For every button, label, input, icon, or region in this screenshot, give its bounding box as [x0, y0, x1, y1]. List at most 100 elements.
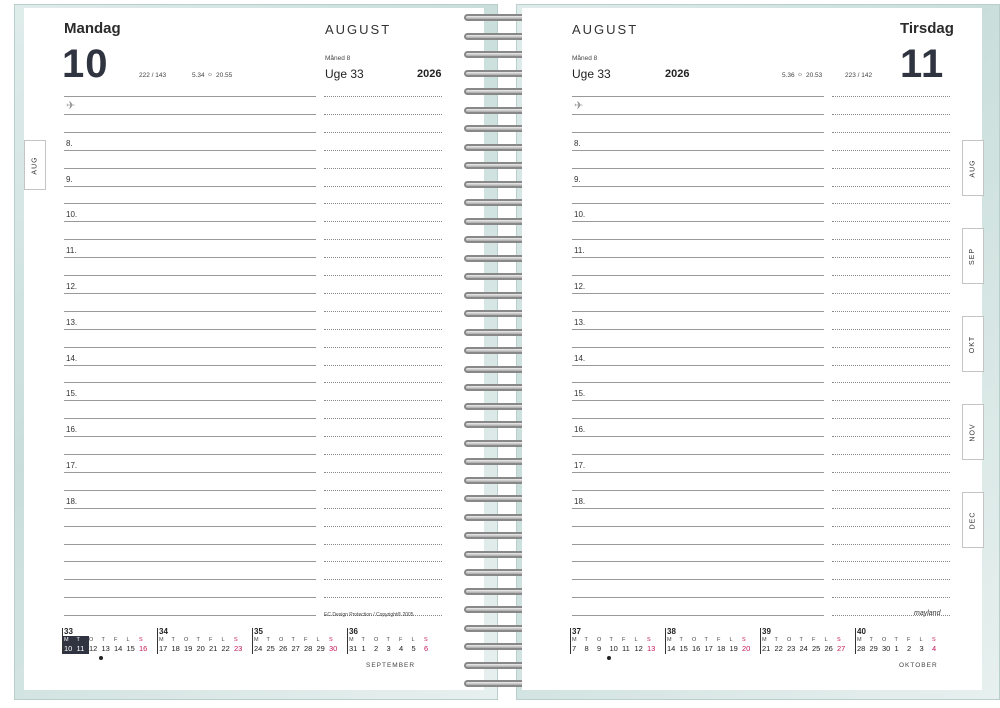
calendar-day: 12: [89, 644, 98, 653]
calendar-day: 19: [729, 644, 738, 653]
dotted-line: [832, 364, 950, 366]
left-page[interactable]: Mandag 10 222 / 143 5.34 ☼ 20.55 AUGUST …: [24, 8, 484, 690]
weekday-initial: F: [304, 637, 311, 643]
week-divider: [62, 628, 63, 654]
calendar-day: 4: [399, 644, 404, 653]
dotted-line: [832, 221, 950, 223]
day-number: 11: [900, 42, 945, 86]
tab-label: OKT: [969, 335, 977, 353]
tab-label: DEC: [969, 511, 977, 529]
tab-aug[interactable]: AUG: [962, 140, 984, 196]
weekday-initial: L: [634, 637, 641, 643]
sun-icon: ☼: [207, 71, 213, 78]
weekday-initial: M: [159, 637, 167, 643]
day-count: 222 / 143: [139, 72, 167, 79]
month-number: Måned 8: [572, 55, 598, 62]
weekday-initial: T: [76, 637, 84, 643]
dotted-line: [324, 418, 442, 420]
calendar-day: 26: [279, 644, 288, 653]
tab-aug-left[interactable]: AUG: [24, 140, 46, 190]
ruled-line: [64, 221, 316, 223]
calendar-day: 22: [221, 644, 230, 653]
weekday-initial: T: [584, 637, 592, 643]
hour-label: 13.: [574, 317, 586, 327]
weekday-initial: T: [704, 637, 712, 643]
calendar-day: 9: [597, 644, 602, 653]
hour-label: 11.: [574, 246, 585, 256]
weekday-initial: O: [692, 637, 700, 643]
weekday-initial: F: [812, 637, 819, 643]
dotted-line: [832, 257, 950, 259]
right-page[interactable]: AUGUST Måned 8 Uge 33 2026 5.36 ☼ 20.53 …: [522, 8, 982, 690]
dotted-line: [832, 167, 950, 169]
weekday-initial: L: [316, 637, 323, 643]
calendar-day: 16: [692, 644, 701, 653]
ruled-line: [64, 185, 316, 187]
ruled-line: [572, 221, 824, 223]
dotted-line: [832, 113, 950, 115]
dotted-line: [324, 436, 442, 438]
ruled-line: [572, 525, 824, 527]
ruled-line: [64, 203, 316, 205]
ruled-line: [572, 292, 824, 294]
month-number: Måned 8: [325, 55, 351, 62]
dotted-line: [832, 400, 950, 402]
flight-icon: ✈: [574, 100, 584, 112]
dotted-line: [324, 346, 442, 348]
calendar-day: 3: [919, 644, 924, 653]
weekday-initial: O: [184, 637, 192, 643]
hour-label: 9.: [574, 174, 581, 184]
ruled-line: [572, 257, 824, 259]
day-name: Tirsdag: [900, 20, 954, 37]
hour-label: 13.: [66, 317, 78, 327]
calendar-day: 29: [869, 644, 878, 653]
weekday-initial: S: [139, 637, 146, 643]
weekday-initial: O: [374, 637, 382, 643]
weekday-initial: S: [742, 637, 749, 643]
dotted-line: [324, 96, 442, 97]
calendar-day: 18: [717, 644, 726, 653]
day-name: Mandag: [64, 20, 121, 37]
tab-label: NOV: [969, 422, 977, 442]
dotted-line: [324, 561, 442, 563]
calendar-day: 6: [424, 644, 429, 653]
calendar-day: 13: [101, 644, 110, 653]
calendar-day: 28: [857, 644, 866, 653]
calendar-day: 10: [609, 644, 618, 653]
tab-sep[interactable]: SEP: [962, 228, 984, 284]
calendar-day: 11: [76, 644, 85, 653]
tab-dec[interactable]: DEC: [962, 492, 984, 548]
weekday-initial: S: [932, 637, 939, 643]
ruled-line: [64, 131, 316, 133]
weekday-initial: S: [647, 637, 654, 643]
week-number: 35: [254, 627, 263, 636]
ruled-line: [572, 597, 824, 599]
weekday-initial: T: [266, 637, 274, 643]
ruled-line: [572, 275, 824, 276]
dotted-line: [832, 561, 950, 563]
hour-label: 16.: [66, 425, 78, 435]
calendar-day: 15: [126, 644, 135, 653]
calendar-day: 27: [837, 644, 846, 653]
calendar-day: 23: [234, 644, 243, 653]
dotted-line: [324, 382, 442, 384]
hour-label: 15.: [66, 389, 78, 399]
sunrise: 5.36: [782, 72, 795, 79]
week-divider: [347, 628, 348, 654]
tab-nov[interactable]: NOV: [962, 404, 984, 460]
weekday-initial: M: [762, 637, 770, 643]
ruled-line: [64, 292, 316, 294]
ruled-line: [572, 507, 824, 509]
weekday-initial: F: [717, 637, 724, 643]
weekday-initial: T: [171, 637, 179, 643]
calendar-day: 30: [329, 644, 338, 653]
weekday-initial: T: [291, 637, 299, 643]
calendar-day: 18: [171, 644, 180, 653]
ruled-line: [64, 149, 316, 151]
dotted-line: [324, 597, 442, 599]
brand-logo: mayland: [914, 610, 941, 617]
weekday-initial: L: [221, 637, 228, 643]
tab-okt[interactable]: OKT: [962, 316, 984, 372]
weekday-initial: T: [894, 637, 902, 643]
dotted-line: [324, 507, 442, 509]
